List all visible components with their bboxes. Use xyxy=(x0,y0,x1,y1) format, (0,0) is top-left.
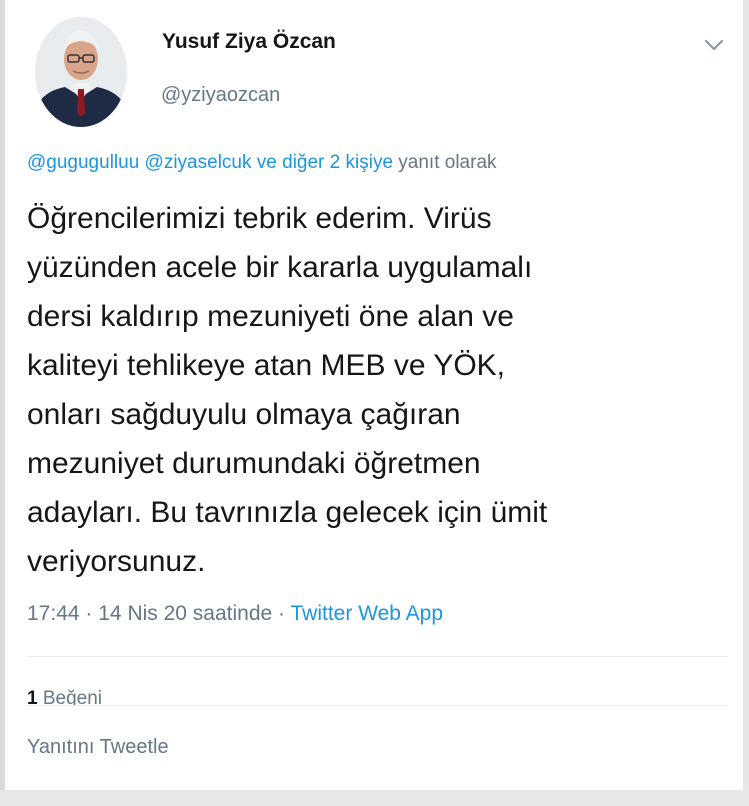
likes-stat[interactable]: 1 Beğeni xyxy=(27,688,102,706)
tweet-text-line: yüzünden acele bir kararla uygulamalı xyxy=(27,251,533,284)
tweet-metadata: 17:44 · 14 Nis 20 saatinde · Twitter Web… xyxy=(27,602,443,626)
divider xyxy=(27,656,727,657)
tweet-text-line: kaliteyi tehlikeye atan MEB ve YÖK, xyxy=(27,349,506,382)
likes-label: Beğeni xyxy=(42,688,103,706)
bottom-bar xyxy=(0,790,749,806)
reply-context: @gugugulluu @ziyaselcuk ve diğer 2 kişiy… xyxy=(27,152,497,174)
reply-context-suffix: yanıt olarak xyxy=(398,152,497,173)
author-display-name[interactable]: Yusuf Ziya Özcan xyxy=(162,30,336,54)
author-handle[interactable]: @yziyaozcan xyxy=(161,84,280,107)
left-frame-edge xyxy=(0,0,5,806)
tweet-date[interactable]: 14 Nis 20 saatinde xyxy=(98,602,272,625)
tweet-text-line: onları sağduyulu olmaya çağıran xyxy=(27,398,461,431)
chevron-down-icon[interactable] xyxy=(700,34,728,56)
tweet-source-link[interactable]: Twitter Web App xyxy=(291,602,444,625)
profile-photo xyxy=(35,17,127,127)
reply-input[interactable]: Yanıtını Tweetle xyxy=(27,736,169,759)
likes-count: 1 xyxy=(27,688,38,706)
other-recipients-link[interactable]: diğer 2 kişiye xyxy=(282,152,393,173)
tweet-text-line: adayları. Bu tavrınızla gelecek için ümi… xyxy=(27,496,548,529)
divider xyxy=(27,705,727,706)
mention-link[interactable]: @ziyaselcuk xyxy=(145,152,252,173)
tweet-text-line: mezuniyet durumundaki öğretmen xyxy=(27,447,481,480)
tweet-text-line: veriyorsunuz. xyxy=(27,545,206,578)
meta-separator: · xyxy=(85,602,93,625)
tweet-time[interactable]: 17:44 xyxy=(27,602,80,625)
right-frame-edge xyxy=(743,0,749,806)
tweet-text: Öğrencilerimizi tebrik ederim. Virüs yüz… xyxy=(27,194,727,586)
meta-separator: · xyxy=(278,602,286,625)
tweet-text-line: Öğrencilerimizi tebrik ederim. Virüs xyxy=(27,202,492,235)
avatar[interactable] xyxy=(35,17,127,127)
mention-connector[interactable]: ve xyxy=(257,152,277,173)
mention-link[interactable]: @gugugulluu xyxy=(27,152,139,173)
tweet-text-line: dersi kaldırıp mezuniyeti öne alan ve xyxy=(27,300,514,333)
